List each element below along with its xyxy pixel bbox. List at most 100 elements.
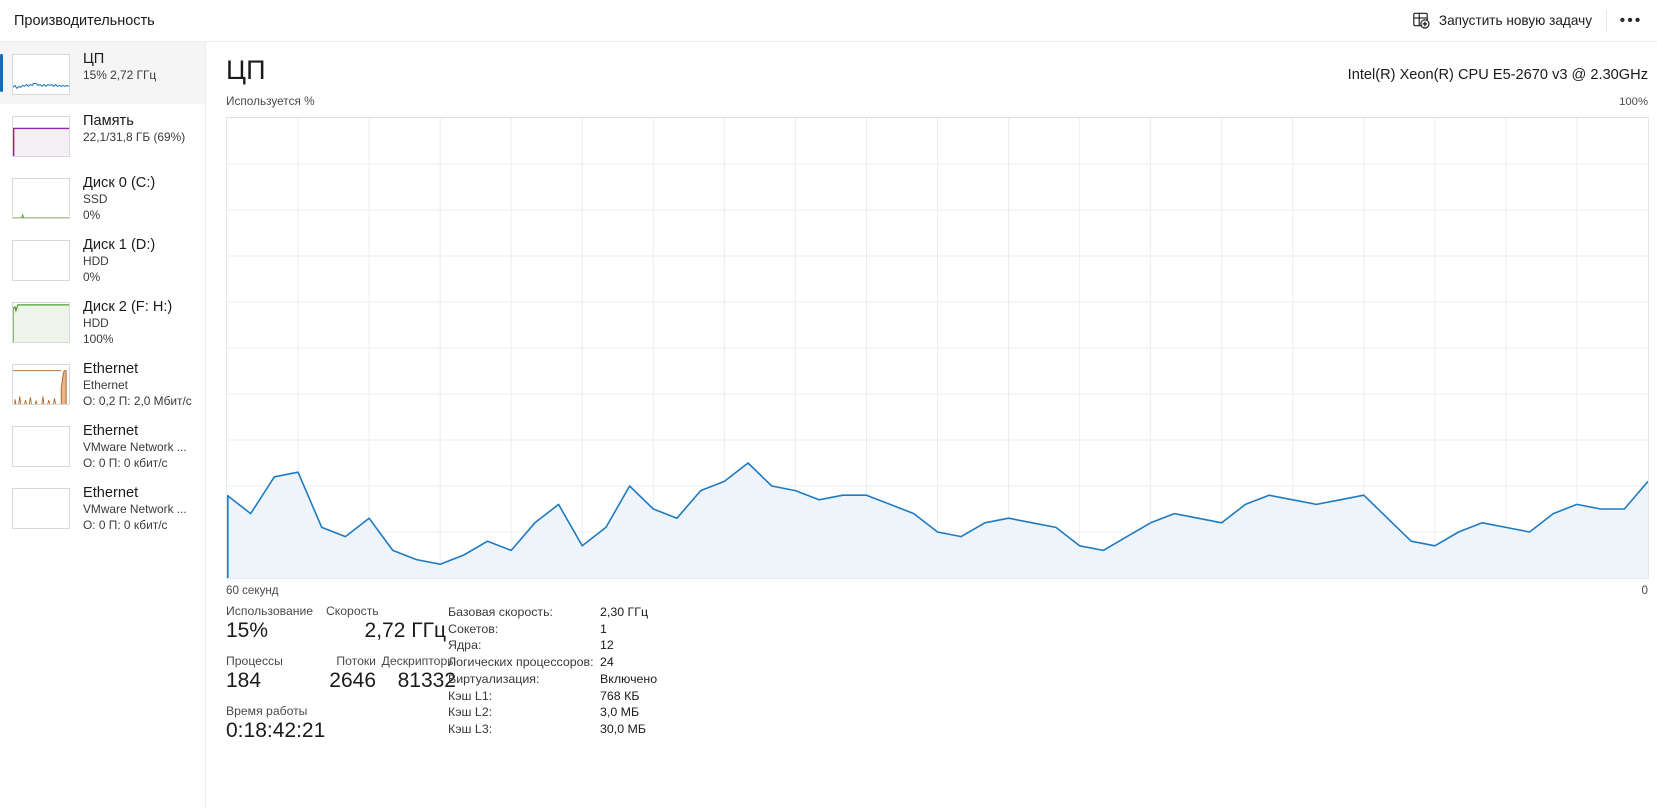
- handles-label: Дескрипторы: [381, 654, 456, 668]
- memory-thumbnail-graph: [12, 116, 70, 157]
- sidebar-item-sub1: VMware Network ...: [83, 502, 187, 517]
- sidebar-item-title: Диск 2 (F: H:): [83, 299, 173, 315]
- sidebar-item-title: Ethernet: [83, 423, 139, 439]
- sidebar-item-text: Диск 0 (C:) SSD 0%: [83, 175, 155, 222]
- spec-row: Сокетов: 1: [448, 621, 848, 638]
- disk-2-thumbnail-graph: [12, 302, 70, 343]
- uptime-block: Время работы 0:18:42:21: [226, 704, 456, 743]
- ethernet-2-thumbnail-graph: [12, 426, 70, 467]
- sidebar-item-disk-1[interactable]: Диск 1 (D:) HDD 0%: [0, 228, 205, 290]
- cpu-heading: ЦП: [226, 55, 266, 85]
- spec-row: Кэш L1: 768 КБ: [448, 688, 848, 705]
- title-bar-actions: Запустить новую задачу •••: [1403, 0, 1657, 41]
- spec-key: Кэш L1:: [448, 688, 493, 703]
- sidebar-item-sub2: О: 0 П: 0 кбит/с: [83, 455, 168, 470]
- spec-row: Кэш L3: 30,0 МБ: [448, 721, 848, 738]
- cpu-stats-left: Использование 15% Скорость 2,72 ГГц Проц…: [226, 604, 456, 743]
- sidebar-item-sub1: VMware Network ...: [83, 440, 187, 455]
- spec-key: Сокетов:: [448, 621, 499, 636]
- sidebar-item-sub1: HDD: [83, 316, 109, 331]
- run-new-task-button[interactable]: Запустить новую задачу: [1403, 5, 1602, 37]
- uptime-value: 0:18:42:21: [226, 719, 326, 742]
- cpu-detail-pane: ЦП Intel(R) Xeon(R) CPU E5-2670 v3 @ 2.3…: [206, 42, 1657, 808]
- resource-sidebar[interactable]: ЦП 15% 2,72 ГГц Память 22,1/31,8 ГБ (69%…: [0, 42, 206, 808]
- utilization-block: Использование 15%: [226, 604, 326, 643]
- spec-value: 1: [600, 621, 607, 636]
- run-new-task-label: Запустить новую задачу: [1438, 13, 1592, 28]
- sidebar-item-sub1: 22,1/31,8 ГБ (69%): [83, 130, 186, 145]
- sidebar-item-sub1: SSD: [83, 192, 108, 207]
- spec-value: 3,0 МБ: [600, 705, 640, 720]
- sidebar-item-sub2: О: 0 П: 0 кбит/с: [83, 517, 168, 532]
- spec-row: Базовая скорость: 2,30 ГГц: [448, 604, 848, 621]
- cpu-utilization-chart: [227, 118, 1648, 578]
- spec-value: 24: [600, 655, 614, 670]
- more-options-button[interactable]: •••: [1611, 5, 1651, 37]
- speed-value: 2,72 ГГц: [364, 619, 446, 642]
- spec-key: Логических процессоров:: [448, 655, 594, 670]
- spec-row: Ядра: 12: [448, 637, 848, 654]
- spec-key: Кэш L3:: [448, 721, 493, 736]
- ethernet-1-thumbnail-graph: [12, 364, 70, 405]
- sidebar-item-text: Ethernet Ethernet О: 0,2 П: 2,0 Мбит/с: [83, 361, 192, 408]
- stats-row-utilization: Использование 15% Скорость 2,72 ГГц: [226, 604, 456, 643]
- speed-label: Скорость: [326, 604, 379, 618]
- graph-y-axis-label: Используется %: [226, 94, 315, 108]
- utilization-value: 15%: [226, 619, 269, 642]
- spec-value: Включено: [600, 671, 658, 686]
- sidebar-item-text: Диск 1 (D:) HDD 0%: [83, 237, 155, 284]
- spec-value: 2,30 ГГц: [600, 605, 649, 619]
- sidebar-item-text: Диск 2 (F: H:) HDD 100%: [83, 299, 172, 346]
- sidebar-item-ethernet-3[interactable]: Ethernet VMware Network ... О: 0 П: 0 кб…: [0, 476, 205, 538]
- handles-value: 81332: [397, 669, 456, 692]
- sidebar-item-title: Ethernet: [83, 485, 139, 501]
- cpu-model-name: Intel(R) Xeon(R) CPU E5-2670 v3 @ 2.30GH…: [1347, 67, 1648, 83]
- sidebar-item-disk-2[interactable]: Диск 2 (F: H:) HDD 100%: [0, 290, 205, 352]
- ellipsis-icon: •••: [1619, 11, 1643, 29]
- cpu-specs-list: Базовая скорость: 2,30 ГГц Сокетов: 1 Ядра: 1…: [448, 604, 848, 738]
- sidebar-item-title: Ethernet: [83, 361, 139, 377]
- processes-value: 184: [226, 669, 262, 692]
- stats-row-counts: Процессы 184 Потоки 2646 Дескрипторы 813…: [226, 654, 456, 693]
- sidebar-item-text: Ethernet VMware Network ... О: 0 П: 0 кб…: [83, 423, 187, 470]
- spec-key: Базовая скорость:: [448, 605, 553, 619]
- uptime-label: Время работы: [226, 704, 308, 718]
- sidebar-item-ethernet-1[interactable]: Ethernet Ethernet О: 0,2 П: 2,0 Мбит/с: [0, 352, 205, 414]
- graph-x-axis-start-label: 60 секунд: [226, 584, 279, 597]
- sidebar-item-sub1: Ethernet: [83, 378, 128, 393]
- sidebar-item-memory[interactable]: Память 22,1/31,8 ГБ (69%): [0, 104, 205, 166]
- sidebar-item-cpu[interactable]: ЦП 15% 2,72 ГГц: [0, 42, 205, 104]
- graph-y-axis-max: 100%: [1619, 96, 1648, 108]
- sidebar-item-sub1: 15% 2,72 ГГц: [83, 68, 157, 83]
- processes-block: Процессы 184: [226, 654, 301, 693]
- utilization-label: Использование: [226, 604, 314, 618]
- spec-key: Ядра:: [448, 638, 482, 653]
- spec-key: Кэш L2:: [448, 705, 493, 720]
- sidebar-item-title: ЦП: [83, 51, 105, 67]
- threads-label: Потоки: [336, 654, 376, 668]
- threads-value: 2646: [329, 669, 376, 692]
- sidebar-item-text: Ethernet VMware Network ... О: 0 П: 0 кб…: [83, 485, 187, 532]
- sidebar-item-sub2: 0%: [83, 207, 101, 222]
- processes-label: Процессы: [226, 654, 283, 668]
- spec-value: 768 КБ: [600, 688, 640, 703]
- title-bar: Производительность Запустить новую задач…: [0, 0, 1657, 42]
- threads-block: Потоки 2646: [301, 654, 376, 693]
- sidebar-item-sub1: HDD: [83, 254, 109, 269]
- spec-row: Кэш L2: 3,0 МБ: [448, 704, 848, 721]
- spec-key: Виртуализация:: [448, 671, 540, 686]
- sidebar-item-text: ЦП 15% 2,72 ГГц: [83, 51, 156, 83]
- spec-row: Виртуализация: Включено: [448, 671, 848, 688]
- sidebar-item-title: Память: [83, 113, 134, 129]
- spec-value: 30,0 МБ: [600, 721, 647, 736]
- disk-1-thumbnail-graph: [12, 240, 70, 281]
- sidebar-item-sub2: О: 0,2 П: 2,0 Мбит/с: [83, 393, 192, 408]
- graph-x-axis-end-label: 0: [1641, 584, 1648, 597]
- disk-0-thumbnail-graph: [12, 178, 70, 219]
- sidebar-item-disk-0[interactable]: Диск 0 (C:) SSD 0%: [0, 166, 205, 228]
- handles-block: Дескрипторы 81332: [376, 654, 456, 693]
- sidebar-item-ethernet-2[interactable]: Ethernet VMware Network ... О: 0 П: 0 кб…: [0, 414, 205, 476]
- spec-value: 12: [600, 638, 614, 653]
- ethernet-3-thumbnail-graph: [12, 488, 70, 529]
- cpu-thumbnail-graph: [12, 54, 70, 95]
